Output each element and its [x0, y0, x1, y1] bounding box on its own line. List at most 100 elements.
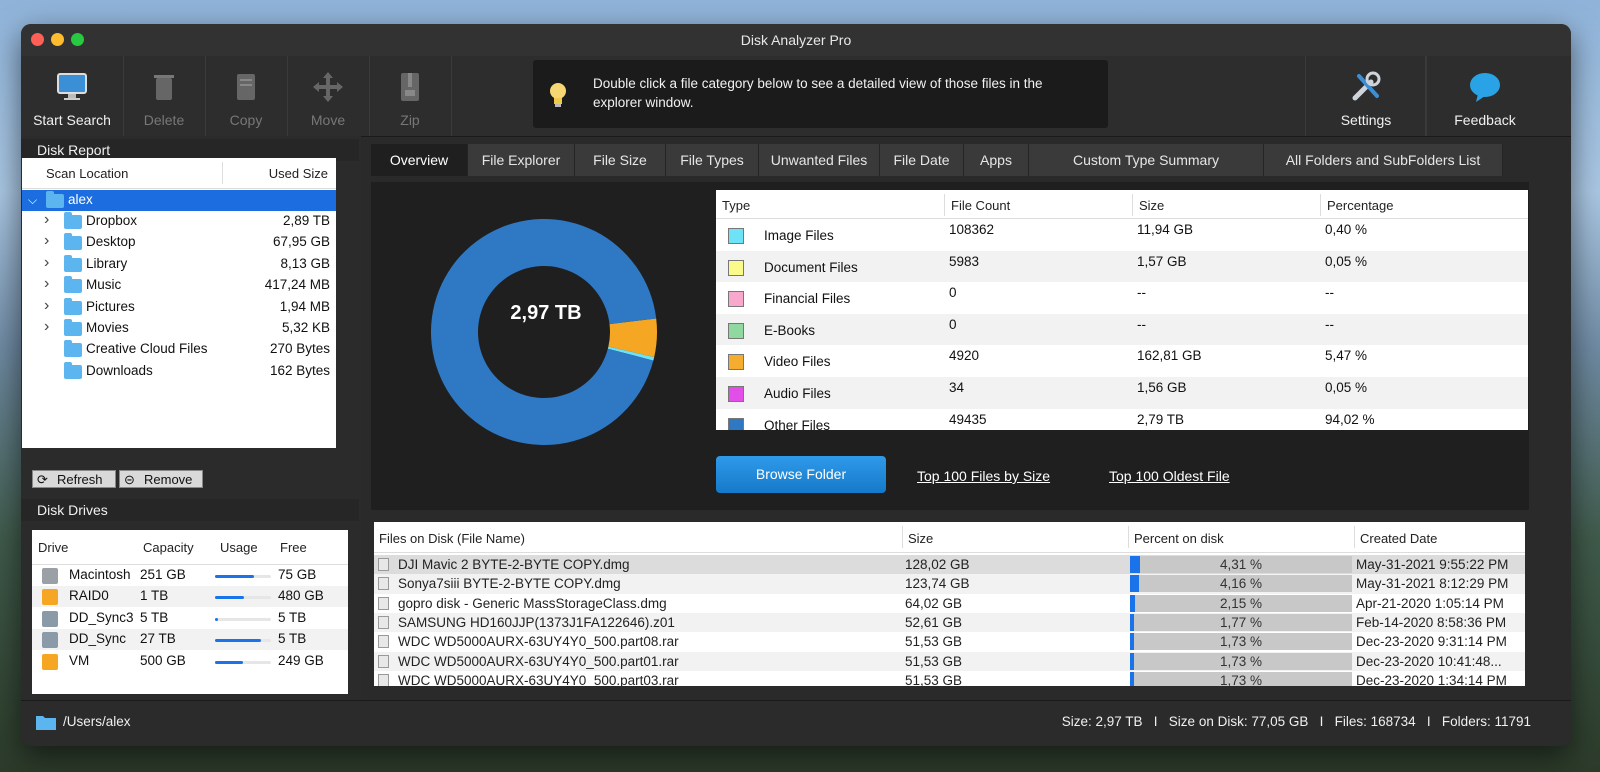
file-icon	[378, 635, 389, 649]
file-size: 128,02 GB	[905, 557, 970, 572]
tab-file-size[interactable]: File Size	[575, 144, 666, 176]
type-col-header[interactable]: Type	[722, 198, 750, 213]
start-search-button[interactable]: Start Search	[21, 56, 124, 136]
file-count: 49435	[949, 411, 987, 427]
file-row[interactable]: WDC WD5000AURX-63UY4Y0_500.part08.rar 51,…	[374, 632, 1525, 651]
tab-custom-type-summary[interactable]: Custom Type Summary	[1029, 144, 1264, 176]
chevron-right-icon[interactable]: ›	[44, 254, 56, 272]
file-type-row[interactable]: Audio Files 34 1,56 GB 0,05 %	[716, 377, 1528, 409]
tree-item-name: Downloads	[86, 362, 153, 378]
usage-col-header[interactable]: Usage	[220, 540, 258, 555]
delete-button[interactable]: Delete	[123, 56, 206, 136]
tree-item[interactable]: › Music 417,24 MB	[22, 275, 336, 296]
folder-icon	[64, 319, 82, 336]
size-col-header[interactable]: Size	[1139, 198, 1164, 213]
file-type-row[interactable]: Image Files 108362 11,94 GB 0,40 %	[716, 219, 1528, 251]
file-type-size: 2,79 TB	[1137, 411, 1185, 427]
file-row[interactable]: Sonya7siii BYTE-2-BYTE COPY.dmg 123,74 GB…	[374, 574, 1525, 594]
tab-apps[interactable]: Apps	[964, 144, 1029, 176]
top100-size-link[interactable]: Top 100 Files by Size	[917, 468, 1050, 484]
copy-button[interactable]: Copy	[205, 56, 288, 136]
chevron-down-icon[interactable]: ⌵	[28, 193, 40, 208]
donut-chart[interactable]	[424, 212, 664, 452]
tree-item[interactable]: › Movies 5,32 KB	[22, 318, 336, 339]
drive-row[interactable]: DD_Sync3 5 TB 5 TB	[32, 608, 348, 629]
refresh-button[interactable]: ⟳ Refresh	[32, 470, 116, 488]
usage-bar	[215, 575, 271, 578]
filename-col-header[interactable]: Files on Disk (File Name)	[379, 531, 525, 546]
file-count: 34	[949, 380, 965, 395]
tab-overview[interactable]: Overview	[371, 144, 468, 176]
drive-row[interactable]: RAID0 1 TB 480 GB	[32, 586, 348, 608]
file-type-row[interactable]: E-Books 0 -- --	[716, 313, 1528, 346]
percent-col-header[interactable]: Percent on disk	[1134, 531, 1224, 546]
trash-icon	[154, 75, 174, 100]
color-swatch	[728, 322, 744, 339]
tree-root-alex[interactable]: ⌵ alex	[22, 190, 336, 211]
top100-oldest-link[interactable]: Top 100 Oldest File	[1109, 468, 1230, 484]
file-row[interactable]: WDC WD5000AURX-63UY4Y0_500.part01.rar 51,…	[374, 651, 1525, 671]
chevron-right-icon[interactable]: ›	[44, 318, 56, 336]
folder-icon	[64, 276, 82, 294]
chevron-right-icon[interactable]: ›	[44, 232, 56, 250]
file-count-col-header[interactable]: File Count	[951, 198, 1010, 213]
tab-all-folders-subfolders[interactable]: All Folders and SubFolders List	[1264, 144, 1503, 176]
tree-item-name: Pictures	[86, 298, 135, 314]
tab-file-date[interactable]: File Date	[880, 144, 964, 176]
zip-button[interactable]: Zip	[369, 56, 452, 136]
file-count: 0	[949, 285, 957, 301]
tree-item[interactable]: › Dropbox 2,89 TB	[22, 211, 336, 232]
chevron-right-icon[interactable]: ›	[44, 297, 56, 315]
file-size-col-header[interactable]: Size	[908, 531, 933, 546]
capacity-col-header[interactable]: Capacity	[143, 540, 194, 555]
scan-location-header[interactable]: Scan Location	[46, 166, 128, 181]
color-swatch	[728, 259, 744, 276]
feedback-button[interactable]: Feedback	[1425, 56, 1544, 136]
percentage-col-header[interactable]: Percentage	[1327, 198, 1394, 213]
drive-row[interactable]: Macintosh 251 GB 75 GB	[32, 565, 348, 586]
drive-capacity: 1 TB	[140, 588, 169, 604]
file-type-row[interactable]: Other Files 49435 2,79 TB 94,02 %	[716, 409, 1528, 430]
remove-button[interactable]: ⊝ Remove	[119, 470, 203, 488]
tab-file-explorer[interactable]: File Explorer	[468, 144, 575, 176]
file-type-percentage: 0,05 %	[1325, 253, 1368, 269]
file-row[interactable]: WDC WD5000AURX-63UY4Y0_500.part03.rar 51,…	[374, 671, 1525, 686]
created-date: May-31-2021 8:12:29 PM	[1356, 576, 1509, 592]
tree-item[interactable]: › Library 8,13 GB	[22, 254, 336, 275]
file-icon	[378, 615, 389, 629]
drive-icon	[42, 653, 58, 670]
chevron-right-icon[interactable]: ›	[44, 275, 56, 293]
created-date-col-header[interactable]: Created Date	[1360, 531, 1437, 546]
drive-col-header[interactable]: Drive	[38, 540, 68, 555]
file-size: 64,02 GB	[905, 595, 963, 611]
used-size-header[interactable]: Used Size	[269, 166, 328, 181]
free-col-header[interactable]: Free	[280, 540, 307, 555]
file-type-row[interactable]: Video Files 4920 162,81 GB 5,47 %	[716, 345, 1528, 377]
drive-row[interactable]: DD_Sync 27 TB 5 TB	[32, 629, 348, 651]
tab-file-types[interactable]: File Types	[666, 144, 759, 176]
file-type-row[interactable]: Financial Files 0 -- --	[716, 282, 1528, 314]
tree-item[interactable]: › Desktop 67,95 GB	[22, 232, 336, 253]
settings-button[interactable]: Settings	[1305, 56, 1427, 136]
browse-folder-button[interactable]: Browse Folder	[716, 456, 886, 493]
column-divider	[1354, 526, 1355, 548]
tree-item[interactable]: Downloads 162 Bytes	[22, 361, 336, 382]
tree-item[interactable]: › Pictures 1,94 MB	[22, 297, 336, 318]
tree-item-name: Dropbox	[86, 213, 138, 228]
percent-bar: 1,73 %	[1130, 633, 1352, 651]
tab-unwanted-files[interactable]: Unwanted Files	[759, 144, 880, 176]
file-row[interactable]: gopro disk - Generic MassStorageClass.dm…	[374, 594, 1525, 613]
file-size: 51,53 GB	[905, 653, 963, 669]
chevron-right-icon[interactable]: ›	[44, 211, 56, 229]
file-type-name: Audio Files	[764, 386, 831, 401]
drive-row[interactable]: VM 500 GB 249 GB	[32, 651, 348, 672]
status-bar: /Users/alex Size: 2,97 TB I Size on Disk…	[21, 700, 1571, 746]
file-type-row[interactable]: Document Files 5983 1,57 GB 0,05 %	[716, 250, 1528, 283]
usage-bar-fill	[215, 596, 245, 600]
move-button[interactable]: Move	[287, 56, 370, 136]
color-swatch	[728, 386, 744, 402]
file-row[interactable]: SAMSUNG HD160JJP(1373J1FA122646).z01 52,6…	[374, 612, 1525, 633]
drive-free: 480 GB	[278, 588, 324, 604]
tree-item[interactable]: Creative Cloud Files 270 Bytes	[22, 339, 336, 360]
file-row[interactable]: DJI Mavic 2 BYTE-2-BYTE COPY.dmg 128,02 G…	[374, 555, 1525, 575]
